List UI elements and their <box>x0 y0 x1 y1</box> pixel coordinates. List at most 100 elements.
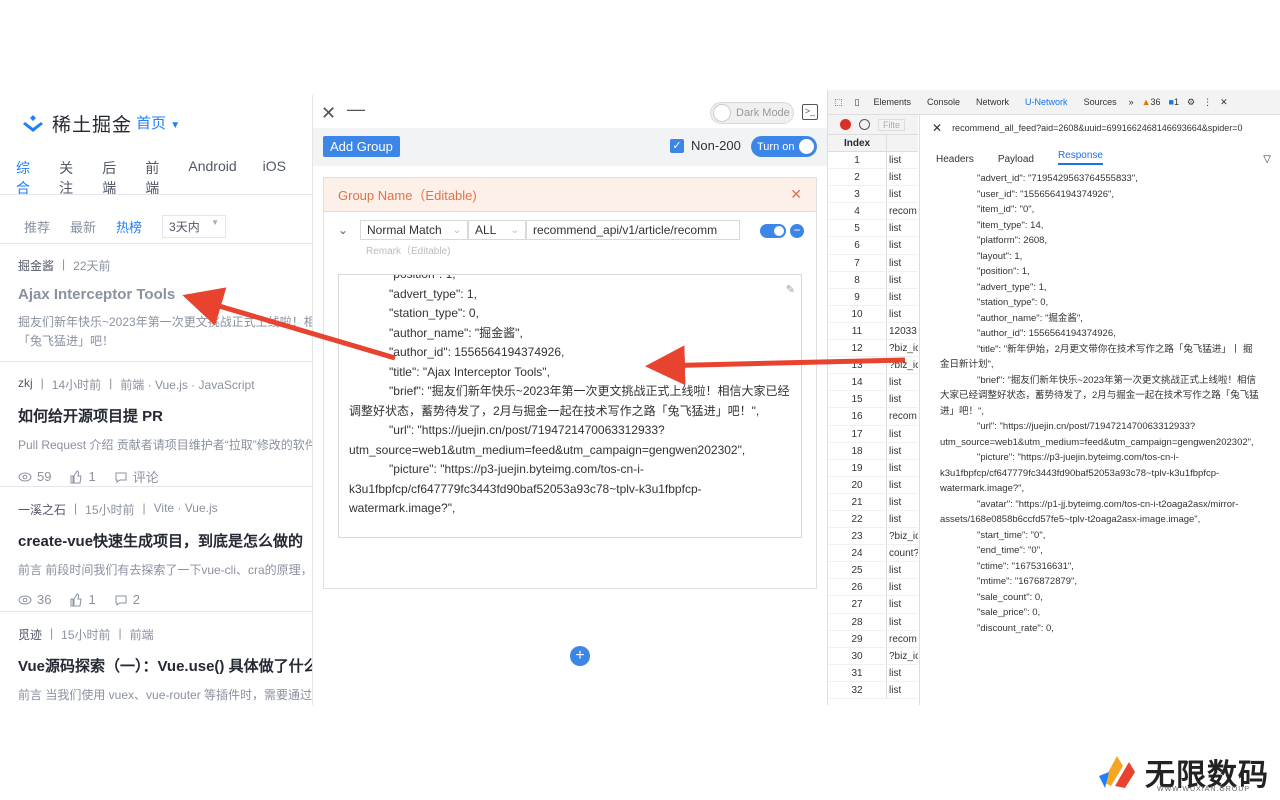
request-row[interactable]: 13 ?biz_ic <box>828 357 918 375</box>
devtools-tab[interactable]: Console <box>919 97 968 107</box>
article-item[interactable]: zkj | 14小时前 | 前端 · Vue.js · JavaScript 如何给开源… <box>18 376 312 486</box>
dark-mode-toggle[interactable]: Dark Mode <box>710 102 794 124</box>
request-row[interactable]: 25 list <box>828 562 918 580</box>
device-icon[interactable]: ▯ <box>849 97 866 108</box>
request-row[interactable]: 14 list <box>828 374 918 392</box>
rule-enable-toggle[interactable] <box>760 224 786 238</box>
request-row[interactable]: 24 count? <box>828 545 918 563</box>
home-nav-dropdown[interactable]: 首页 ▼ <box>136 112 180 133</box>
detail-tab[interactable]: Response <box>1057 150 1103 165</box>
devtools-tab[interactable]: Elements <box>865 97 919 107</box>
category-tab[interactable]: 前端 <box>145 158 162 198</box>
terminal-icon[interactable]: >_ <box>802 104 818 120</box>
request-row[interactable]: 5 list <box>828 220 918 238</box>
edit-icon[interactable]: ✎ <box>786 281 795 301</box>
site-logo[interactable]: 稀土掘金 <box>20 110 132 137</box>
devtools-tab[interactable]: U-Network <box>1017 97 1076 107</box>
sort-tab[interactable]: 热榜 <box>116 217 142 236</box>
request-row[interactable]: 30 ?biz_ic <box>828 647 918 665</box>
close-icon[interactable]: ✕ <box>1216 97 1232 108</box>
devtools-tab[interactable]: Network <box>968 97 1017 107</box>
comment-button[interactable]: 评论 <box>114 467 159 486</box>
close-icon[interactable]: ✕ <box>321 103 336 124</box>
method-select[interactable]: ALL ⌄ <box>468 220 526 240</box>
article-tags[interactable]: Vite · Vue.js <box>154 501 218 518</box>
request-row[interactable]: 11 12033 <box>828 322 918 341</box>
article-title[interactable]: Vue源码探索（一）：Vue.use() 具体做了什么 <box>18 655 312 676</box>
article-tags[interactable]: 前端 · Vue.js · JavaScript <box>120 376 254 393</box>
category-tab[interactable]: 后端 <box>102 158 119 198</box>
gear-icon[interactable]: ⚙ <box>1183 97 1199 108</box>
article-title[interactable]: create-vue快速生成项目，到底是怎么做的 <box>18 530 312 551</box>
request-row[interactable]: 21 list <box>828 493 918 511</box>
request-row[interactable]: 9 list <box>828 288 918 306</box>
like-button[interactable]: 1 <box>69 467 96 486</box>
clear-icon[interactable] <box>859 119 870 130</box>
article-author[interactable]: 觅迹 <box>18 626 42 643</box>
response-editor[interactable]: ✎ "position": 1, "advert_type": 1, "stat… <box>338 274 802 538</box>
like-button[interactable]: 1 <box>69 592 96 607</box>
article-author[interactable]: 掘金酱 <box>18 257 54 274</box>
range-select[interactable]: 3天内 ▼ <box>162 215 227 238</box>
article-item[interactable]: 掘金酱 | 22天前 Ajax Interceptor Tools 掘友们新年快乐~… <box>18 257 312 351</box>
more-tabs-icon[interactable]: » <box>1125 97 1138 107</box>
close-icon[interactable]: ✕ <box>790 186 802 203</box>
request-row[interactable]: 10 list <box>828 305 918 323</box>
request-row[interactable]: 22 list <box>828 510 918 529</box>
request-row[interactable]: 16 recom <box>828 408 918 426</box>
sort-tab[interactable]: 推荐 <box>24 217 50 236</box>
request-row[interactable]: 4 recom <box>828 203 918 221</box>
article-title[interactable]: Ajax Interceptor Tools <box>18 286 312 303</box>
request-row[interactable]: 28 list <box>828 613 918 631</box>
category-tab[interactable]: iOS <box>263 158 286 198</box>
category-tab[interactable]: 关注 <box>59 158 76 198</box>
article-author[interactable]: zkj <box>18 376 33 393</box>
kebab-menu-icon[interactable]: ⋮ <box>1199 97 1216 108</box>
comment-button[interactable]: 2 <box>114 592 140 607</box>
add-group-button[interactable]: Add Group <box>323 136 400 157</box>
article-item[interactable]: 一溪之石 | 15小时前 | Vite · Vue.js create-vue快速生成项… <box>18 501 312 607</box>
add-rule-button[interactable]: + <box>570 646 590 666</box>
request-row[interactable]: 29 recom <box>828 630 918 648</box>
detail-tab[interactable]: Headers <box>936 154 974 165</box>
request-row[interactable]: 26 list <box>828 579 918 597</box>
request-row[interactable]: 2 list <box>828 169 918 187</box>
group-name[interactable]: Group Name（Editable) <box>338 185 477 204</box>
request-row[interactable]: 19 list <box>828 459 918 477</box>
remove-rule-button[interactable]: − <box>790 224 804 238</box>
request-row[interactable]: 20 list <box>828 476 918 494</box>
request-row[interactable]: 12 ?biz_ic <box>828 340 918 358</box>
request-row[interactable]: 32 list <box>828 681 918 699</box>
filter-input[interactable]: Filte <box>878 118 906 131</box>
request-row[interactable]: 23 ?biz_ic <box>828 528 918 546</box>
chevron-down-icon[interactable]: ⌄ <box>338 223 360 237</box>
match-select[interactable]: Normal Match ⌄ <box>360 220 468 240</box>
detail-tab[interactable]: Payload <box>998 154 1034 165</box>
record-icon[interactable] <box>840 119 851 130</box>
request-row[interactable]: 8 list <box>828 271 918 289</box>
close-icon[interactable]: ✕ <box>932 121 942 135</box>
turn-on-toggle[interactable]: Turn on <box>751 136 817 157</box>
request-row[interactable]: 27 list <box>828 596 918 614</box>
article-item[interactable]: 觅迹 | 15小时前 | 前端 Vue源码探索（一）：Vue.use() 具体做了什么 … <box>18 626 312 705</box>
devtools-tab[interactable]: Sources <box>1076 97 1125 107</box>
filter-icon[interactable]: ▽ <box>1263 154 1271 165</box>
request-row[interactable]: 3 list <box>828 186 918 204</box>
url-match-input[interactable]: recommend_api/v1/article/recomm <box>526 220 740 240</box>
article-tags[interactable]: 前端 <box>130 626 154 643</box>
category-tab[interactable]: 综合 <box>16 158 33 198</box>
request-row[interactable]: 7 list <box>828 254 918 272</box>
message-badge[interactable]: ■1 <box>1165 97 1183 107</box>
request-row[interactable]: 18 list <box>828 442 918 460</box>
request-row[interactable]: 31 list <box>828 664 918 682</box>
remark-input[interactable]: Remark（Editable) <box>366 242 450 257</box>
article-author[interactable]: 一溪之石 <box>18 501 66 518</box>
minimize-icon[interactable]: — <box>347 99 365 120</box>
sort-tab[interactable]: 最新 <box>70 217 96 236</box>
request-row[interactable]: 1 list <box>828 152 918 170</box>
request-row[interactable]: 6 list <box>828 237 918 255</box>
request-row[interactable]: 17 list <box>828 425 918 443</box>
request-row[interactable]: 15 list <box>828 391 918 409</box>
warning-badge[interactable]: ▲36 <box>1138 97 1165 107</box>
article-title[interactable]: 如何给开源项目提 PR <box>18 405 312 426</box>
